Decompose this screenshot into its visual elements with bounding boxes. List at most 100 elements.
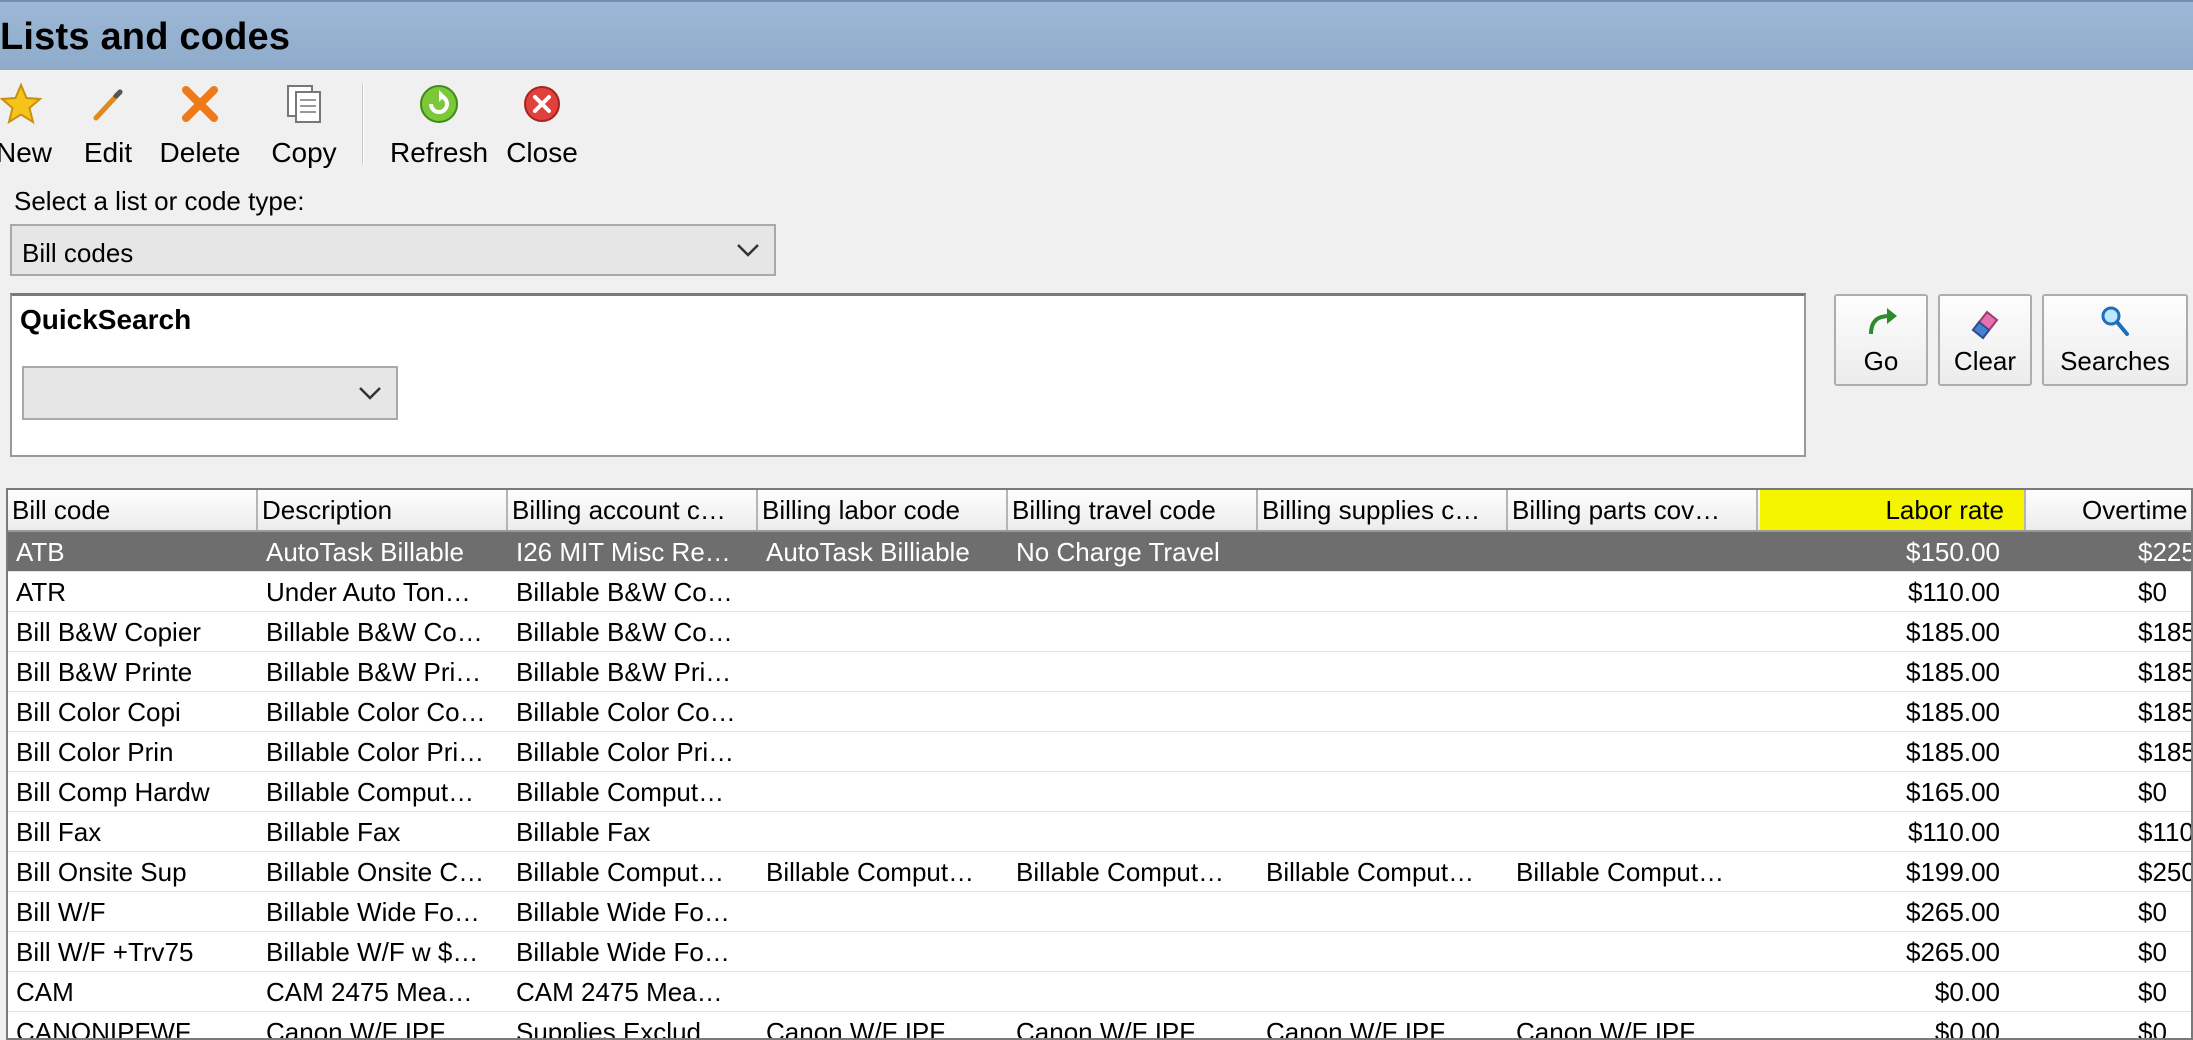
table-cell: Billable B&W Co… bbox=[266, 617, 483, 647]
table-row[interactable]: ATB AutoTask Billable I26 MIT Misc Re… Auto… bbox=[8, 532, 2193, 572]
table-cell bbox=[1266, 532, 1504, 572]
table-cell bbox=[1016, 772, 1254, 812]
overtime-rate-cell: $185 bbox=[2138, 737, 2193, 767]
clear-button[interactable]: Clear bbox=[1938, 294, 2032, 386]
overtime-rate-cell: $110 bbox=[2138, 817, 2193, 847]
close-circle-icon bbox=[524, 86, 560, 122]
table-cell: Bill B&W Copier bbox=[16, 617, 201, 647]
chevron-down-icon bbox=[737, 244, 759, 257]
table-cell bbox=[766, 892, 1004, 932]
table-cell bbox=[1266, 572, 1504, 612]
eraser-icon bbox=[1971, 310, 1999, 340]
chevron-down-icon bbox=[359, 387, 381, 400]
table-cell: Billable Wide Fo… bbox=[516, 937, 730, 967]
refresh-icon bbox=[420, 85, 458, 123]
table-row[interactable]: CANONIPFWF Canon W/F IPF Supplies Exclud… C… bbox=[8, 1012, 2191, 1040]
table-cell: Supplies Exclud… bbox=[516, 1017, 727, 1040]
list-type-label: Select a list or code type: bbox=[14, 186, 305, 216]
magnifier-icon bbox=[2101, 306, 2129, 336]
x-mark-icon bbox=[182, 86, 218, 122]
table-row[interactable]: CAM CAM 2475 Mea… CAM 2475 Mea… $0.00 $0 bbox=[8, 972, 2191, 1012]
quicksearch-select[interactable] bbox=[22, 366, 398, 420]
labor-rate-cell: $185.00 bbox=[1906, 657, 2000, 687]
column-header-labor-rate[interactable]: Labor rate bbox=[1760, 490, 2026, 530]
table-row[interactable]: Bill Onsite Sup Billable Onsite C… Billabl… bbox=[8, 852, 2191, 892]
column-header-billing-supplies-code[interactable]: Billing supplies c… bbox=[1258, 490, 1508, 530]
table-row[interactable]: ATR Under Auto Ton… Billable B&W Co… $110.0… bbox=[8, 572, 2191, 612]
table-row[interactable]: Bill W/F +Trv75 Billable W/F w $… Billable… bbox=[8, 932, 2191, 972]
column-header-billing-travel-code[interactable]: Billing travel code bbox=[1008, 490, 1258, 530]
table-row[interactable]: Bill W/F Billable Wide Fo… Billable Wide F… bbox=[8, 892, 2191, 932]
edit-button[interactable]: Edit bbox=[78, 82, 138, 168]
table-row[interactable]: Bill Color Prin Billable Color Pri… Billab… bbox=[8, 732, 2193, 772]
table-cell: Under Auto Ton… bbox=[266, 577, 471, 607]
table-cell: Billable Comput… bbox=[1266, 857, 1475, 887]
searches-button[interactable]: Searches bbox=[2042, 294, 2188, 386]
table-cell: Billable B&W Co… bbox=[516, 617, 733, 647]
table-cell bbox=[1516, 572, 1754, 612]
overtime-rate-cell: $185 bbox=[2138, 617, 2193, 647]
pencil-icon bbox=[93, 89, 123, 121]
column-header-description[interactable]: Description bbox=[258, 490, 508, 530]
table-cell: Billable Fax bbox=[266, 817, 401, 847]
overtime-rate-cell: $0 bbox=[2138, 897, 2167, 927]
go-button[interactable]: Go bbox=[1834, 294, 1928, 386]
table-cell: CANONIPFWF bbox=[16, 1017, 191, 1040]
table-cell: Bill W/F bbox=[16, 897, 106, 927]
copy-label: Copy bbox=[271, 137, 337, 168]
labor-rate-cell: $185.00 bbox=[1906, 737, 2000, 767]
overtime-rate-cell: $0 bbox=[2138, 937, 2167, 967]
table-cell: Bill B&W Printe bbox=[16, 657, 193, 687]
table-cell: Billable B&W Co… bbox=[516, 577, 733, 607]
table-cell: Billable Color Co… bbox=[516, 697, 736, 727]
table-row[interactable]: Bill B&W Copier Billable B&W Co… Billable … bbox=[8, 612, 2193, 652]
table-cell: Billable Comput… bbox=[516, 777, 725, 807]
refresh-label: Refresh bbox=[389, 137, 489, 168]
clear-label: Clear bbox=[1953, 346, 2017, 376]
table-cell bbox=[1516, 732, 1754, 772]
delete-button[interactable]: Delete bbox=[156, 82, 244, 168]
column-header-billing-parts-coverage[interactable]: Billing parts cov… bbox=[1508, 490, 1758, 530]
column-header-overtime-rate[interactable]: Overtime r bbox=[2026, 490, 2191, 530]
table-cell bbox=[1516, 612, 1754, 652]
new-button[interactable]: New bbox=[0, 82, 52, 168]
delete-label: Delete bbox=[159, 137, 241, 168]
window-title: Lists and codes bbox=[0, 16, 291, 58]
table-cell bbox=[766, 732, 1004, 772]
table-cell bbox=[1516, 812, 1754, 852]
quicksearch-title: QuickSearch bbox=[20, 304, 192, 335]
column-header-bill-code[interactable]: Bill code bbox=[8, 490, 258, 530]
table-cell: Billable Color Co… bbox=[266, 697, 486, 727]
bill-codes-grid: Bill code Description Billing account c…… bbox=[6, 488, 2193, 1040]
table-row[interactable]: Bill Fax Billable Fax Billable Fax $110.00 $… bbox=[8, 812, 2193, 852]
table-cell bbox=[766, 692, 1004, 732]
list-type-select[interactable]: Bill codes bbox=[10, 224, 776, 276]
table-cell: Canon W/F IPF bbox=[266, 1017, 446, 1040]
table-row[interactable]: Bill B&W Printe Billable B&W Pri… Billable… bbox=[8, 652, 2191, 692]
close-button[interactable]: Close bbox=[506, 82, 578, 168]
table-cell: ATB bbox=[16, 537, 65, 567]
overtime-rate-cell: $225 bbox=[2138, 537, 2193, 567]
labor-rate-cell: $110.00 bbox=[1907, 817, 2000, 847]
table-cell bbox=[766, 772, 1004, 812]
copy-button[interactable]: Copy bbox=[264, 82, 344, 168]
table-cell bbox=[766, 572, 1004, 612]
table-cell bbox=[1016, 572, 1254, 612]
table-cell bbox=[1016, 692, 1254, 732]
table-cell bbox=[1516, 892, 1754, 932]
column-header-billing-labor-code[interactable]: Billing labor code bbox=[758, 490, 1008, 530]
refresh-button[interactable]: Refresh bbox=[380, 82, 498, 168]
table-cell bbox=[1266, 772, 1504, 812]
table-row[interactable]: Bill Comp Hardw Billable Comput… Billable … bbox=[8, 772, 2191, 812]
table-cell bbox=[1266, 732, 1504, 772]
table-cell: Billable B&W Pri… bbox=[266, 657, 482, 687]
column-header-billing-account-code[interactable]: Billing account c… bbox=[508, 490, 758, 530]
table-cell: Bill Fax bbox=[16, 817, 102, 847]
labor-rate-cell: $110.00 bbox=[1907, 577, 2000, 607]
table-cell bbox=[766, 652, 1004, 692]
table-cell bbox=[766, 812, 1004, 852]
table-row[interactable]: Bill Color Copi Billable Color Co… Billabl… bbox=[8, 692, 2191, 732]
table-cell: Billable B&W Pri… bbox=[516, 657, 732, 687]
table-cell: Billable Comput… bbox=[766, 857, 975, 887]
table-cell: Bill Color Copi bbox=[16, 697, 181, 727]
